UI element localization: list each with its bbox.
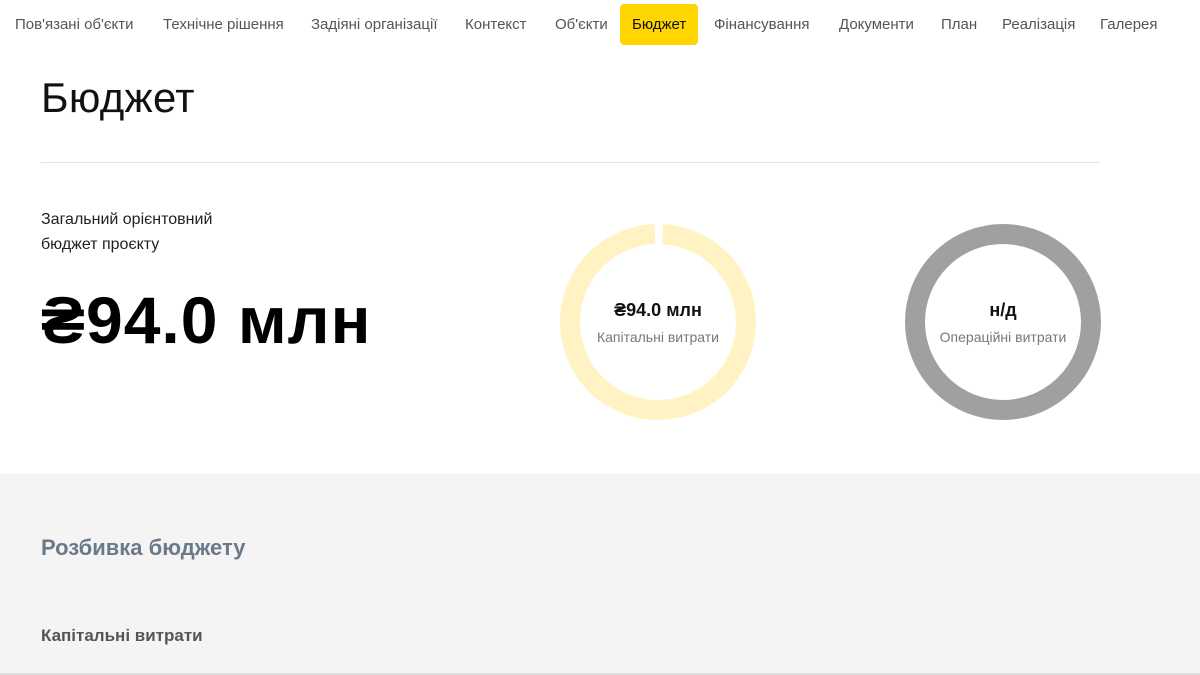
nav-tab-objects[interactable]: Об'єкти	[555, 4, 608, 45]
capex-donut-center: ₴94.0 млн Капітальні витрати	[558, 222, 758, 422]
opex-donut-center: н/д Операційні витрати	[903, 222, 1103, 422]
capex-donut: ₴94.0 млн Капітальні витрати	[558, 222, 758, 422]
page-title: Бюджет	[41, 74, 195, 121]
capex-section-title: Капітальні витрати	[41, 626, 203, 645]
total-budget-value: ₴94.0 млн	[41, 283, 372, 357]
nav-tab-technical-solution[interactable]: Технічне рішення	[163, 4, 284, 45]
nav-tab-organizations[interactable]: Задіяні організації	[311, 4, 438, 45]
nav-tab-financing[interactable]: Фінансування	[714, 4, 809, 45]
budget-breakdown-section: Розбивка бюджету Капітальні витрати	[0, 474, 1200, 675]
capex-label: Капітальні витрати	[596, 328, 720, 345]
nav-tab-implementation[interactable]: Реалізація	[1002, 4, 1075, 45]
total-budget-label: Загальний орієнтовний бюджет проєкту	[41, 207, 212, 257]
nav-tab-context[interactable]: Контекст	[465, 4, 527, 45]
nav-tab-plan[interactable]: План	[941, 4, 977, 45]
total-budget-label-line2: бюджет проєкту	[41, 236, 160, 253]
nav-tab-related-objects[interactable]: Пов'язані об'єкти	[15, 4, 134, 45]
opex-donut: н/д Операційні витрати	[903, 222, 1103, 422]
capex-value: ₴94.0 млн	[614, 299, 702, 320]
breakdown-title: Розбивка бюджету	[41, 535, 246, 560]
total-budget-label-line1: Загальний орієнтовний	[41, 211, 213, 228]
nav-tab-documents[interactable]: Документи	[839, 4, 914, 45]
section-nav-list: Пов'язані об'єкти Технічне рішення Задія…	[0, 0, 1200, 48]
section-nav: Пов'язані об'єкти Технічне рішення Задія…	[0, 0, 1200, 48]
nav-tab-budget[interactable]: Бюджет	[620, 4, 699, 45]
opex-value: н/д	[989, 299, 1017, 320]
opex-label: Операційні витрати	[939, 328, 1067, 345]
nav-tab-gallery[interactable]: Галерея	[1100, 4, 1158, 45]
title-divider	[41, 162, 1100, 163]
